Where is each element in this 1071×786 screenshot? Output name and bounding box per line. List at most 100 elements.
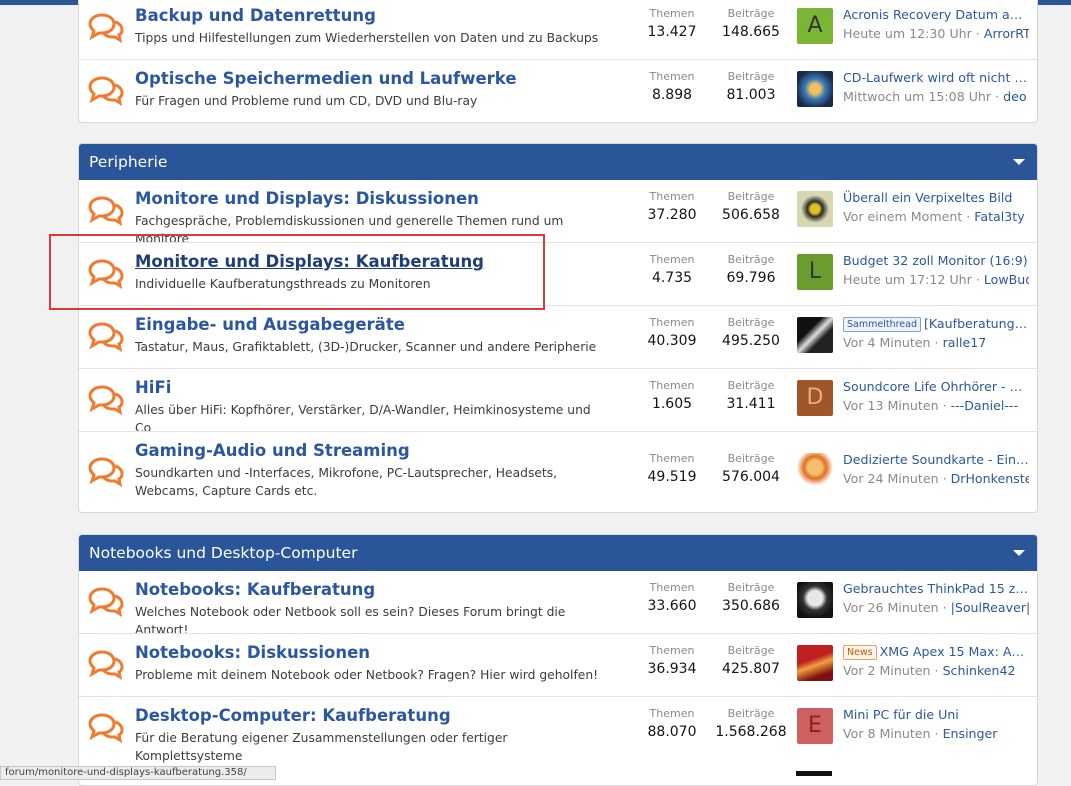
threads-label: Themen [649,190,695,203]
last-post-time[interactable]: Vor 2 Minuten [843,663,931,678]
last-post-user[interactable]: Fatal3ty [974,209,1024,224]
last-post-time[interactable]: Vor 26 Minuten [843,600,939,615]
forum-node[interactable]: Notebooks: Diskussionen Probleme mit dei… [79,633,1037,696]
last-post-user[interactable]: |SoulReaver| [951,600,1029,615]
forum-title-link[interactable]: Gaming-Audio und Streaming [135,441,410,460]
forum-title-link[interactable]: Notebooks: Diskussionen [135,643,370,662]
last-post-time[interactable]: Vor 24 Minuten [843,471,939,486]
last-thread-link[interactable]: Soundcore Life Ohrhörer - M... [843,379,1029,394]
avatar[interactable] [797,453,833,489]
threads-stat: Themen 33.660 [632,581,712,617]
last-post-time[interactable]: Vor einem Moment [843,209,962,224]
forum-node[interactable]: Optische Speichermedien und Laufwerke Fü… [79,59,1037,122]
last-thread-title[interactable]: News XMG Apex 15 Max: AM... [843,644,1029,660]
last-post-user[interactable]: LowBudget [984,272,1029,287]
posts-stat: Beiträge 31.411 [711,379,791,415]
last-thread-link[interactable]: Überall ein Verpixeltes Bild [843,190,1029,205]
posts-label: Beiträge [727,190,775,203]
last-post-time[interactable]: Vor 13 Minuten [843,398,939,413]
posts-label: Beiträge [727,7,775,20]
forum-title-link[interactable]: Backup und Datenrettung [135,6,376,25]
forum-node[interactable]: Backup und Datenrettung Tipps und Hilfes… [79,0,1037,59]
posts-label: Beiträge [727,581,775,594]
last-thread-link[interactable]: Budget 32 zoll Monitor (16:9) [843,253,1029,268]
forum-title-link[interactable]: Eingabe- und Ausgabegeräte [135,315,405,334]
last-post-user[interactable]: ralle17 [943,335,987,350]
chevron-down-icon[interactable] [1013,550,1025,556]
last-post-time[interactable]: Vor 8 Minuten [843,726,931,741]
forum-title-link[interactable]: Desktop-Computer: Kaufberatung [135,706,451,725]
last-thread-title[interactable]: Sammelthread [Kaufberatung] f... [843,316,1029,332]
last-post-time[interactable]: Heute um 17:12 Uhr [843,272,972,287]
threads-count: 33.660 [647,598,697,614]
avatar[interactable] [797,71,833,107]
threads-label: Themen [649,316,695,329]
threads-count: 37.280 [647,207,697,223]
category-header[interactable]: Notebooks und Desktop-Computer [79,535,1037,571]
forum-node[interactable]: Notebooks: Kaufberatung Welches Notebook… [79,571,1037,637]
forum-node[interactable]: Eingabe- und Ausgabegeräte Tastatur, Mau… [79,305,1037,368]
threads-stat: Themen 36.934 [632,644,712,680]
avatar[interactable]: A [797,8,833,44]
chat-bubbles-icon [88,13,124,43]
posts-count: 31.411 [726,396,776,412]
last-post-user[interactable]: DrHonkenstein [951,471,1029,486]
forum-title-link[interactable]: Monitore und Displays: Diskussionen [135,189,479,208]
last-post: CD-Laufwerk wird oft nicht an... Mittwoc… [797,70,1029,112]
avatar[interactable]: D [797,380,833,416]
avatar[interactable] [797,191,833,227]
forum-title-link[interactable]: Monitore und Displays: Kaufberatung [135,252,484,271]
last-thread-link[interactable]: CD-Laufwerk wird oft nicht an... [843,70,1029,85]
threads-count: 8.898 [651,87,693,103]
last-post-user[interactable]: ArrorRT [984,26,1029,41]
last-post-meta: Vor 13 Minuten · ---Daniel--- [843,398,1018,413]
last-post-meta: Heute um 17:12 Uhr · LowBudget [843,272,1029,287]
thread-prefix-badge[interactable]: Sammelthread [843,317,921,332]
last-post-user[interactable]: deo [1003,89,1026,104]
last-post-user[interactable]: Ensinger [943,726,998,741]
posts-count: 81.003 [726,87,776,103]
last-post-user[interactable]: Schinken42 [943,663,1016,678]
forum-node[interactable]: HiFi Alles über HiFi: Kopfhörer, Verstär… [79,368,1037,435]
posts-label: Beiträge [727,707,775,720]
threads-stat: Themen 37.280 [632,190,712,226]
forum-title-link[interactable]: HiFi [135,378,171,397]
last-thread-link[interactable]: Acronis Recovery Datum ausw... [843,7,1029,22]
category-header[interactable]: Peripherie [79,144,1037,180]
category-title[interactable]: Notebooks und Desktop-Computer [89,544,357,562]
last-thread-link[interactable]: [Kaufberatung] f... [924,316,1029,331]
avatar[interactable]: E [797,708,833,744]
last-post-time[interactable]: Heute um 12:30 Uhr [843,26,972,41]
last-post-time[interactable]: Vor 4 Minuten [843,335,931,350]
avatar[interactable]: L [797,254,833,290]
posts-label: Beiträge [727,452,775,465]
last-thread-link[interactable]: Dedizierte Soundkarte - Einsa... [843,452,1029,467]
forum-title-link[interactable]: Notebooks: Kaufberatung [135,580,375,599]
thread-prefix-badge[interactable]: News [843,645,877,660]
forum-node[interactable]: Monitore und Displays: Kaufberatung Indi… [79,242,1037,305]
last-post-meta: Vor 26 Minuten · |SoulReaver| [843,600,1029,615]
forum-node[interactable]: Gaming-Audio und Streaming Soundkarten u… [79,431,1037,512]
forum-block-storage: Backup und Datenrettung Tipps und Hilfes… [78,0,1038,123]
last-thread-link[interactable]: Mini PC für die Uni [843,707,1029,722]
threads-stat: Themen 4.735 [632,253,712,289]
last-post-time[interactable]: Mittwoch um 15:08 Uhr [843,89,991,104]
last-post-user[interactable]: ---Daniel--- [951,398,1018,413]
last-thread-link[interactable]: XMG Apex 15 Max: AM... [880,644,1029,659]
posts-label: Beiträge [727,253,775,266]
forum-title-link[interactable]: Optische Speichermedien und Laufwerke [135,69,517,88]
posts-stat: Beiträge 495.250 [711,316,791,352]
last-post: Dedizierte Soundkarte - Einsa... Vor 24 … [797,452,1029,494]
avatar[interactable] [797,317,833,353]
last-thread-link[interactable]: Gebrauchtes ThinkPad 15 zoll [843,581,1029,596]
chat-bubbles-icon [88,196,124,226]
posts-count: 506.658 [722,207,780,223]
last-post: D Soundcore Life Ohrhörer - M... Vor 13 … [797,379,1029,421]
forum-node[interactable]: Desktop-Computer: Kaufberatung Für die B… [79,696,1037,763]
forum-node[interactable]: Monitore und Displays: Diskussionen Fach… [79,180,1037,246]
avatar[interactable] [797,582,833,618]
category-title[interactable]: Peripherie [89,153,167,171]
avatar[interactable] [797,645,833,681]
chevron-down-icon[interactable] [1013,159,1025,165]
posts-count: 1.568.268 [715,724,787,740]
